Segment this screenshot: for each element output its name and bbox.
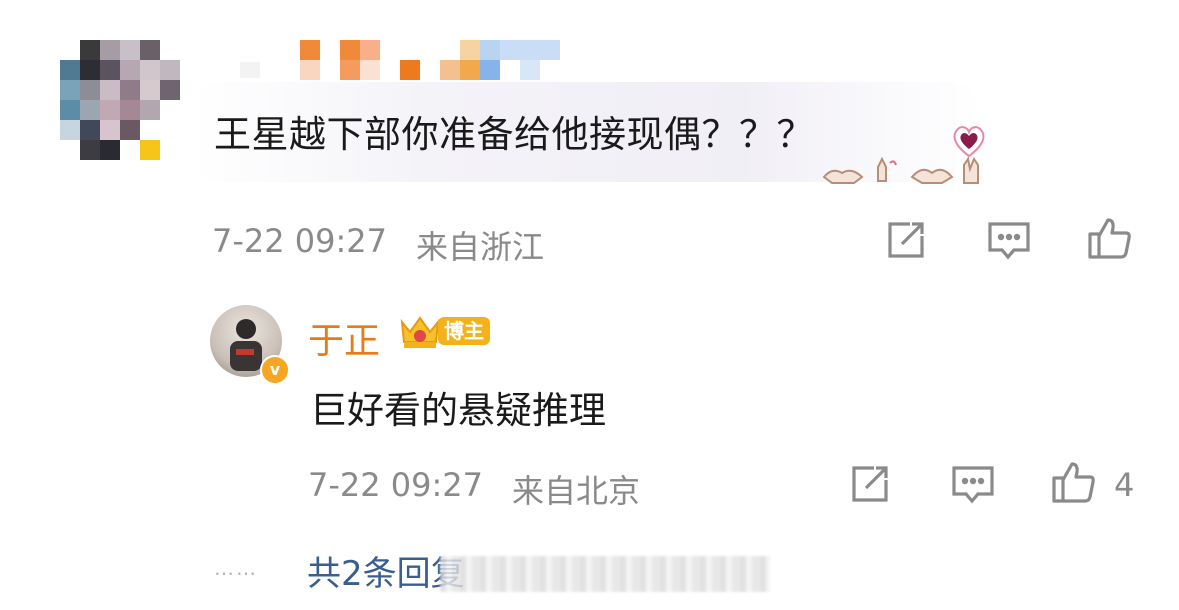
comment-location: 来自浙江 <box>416 228 545 266</box>
reply-like-count: 4 <box>1114 466 1135 504</box>
comment-text: 王星越下部你准备给他接现偶？？？ <box>214 113 814 156</box>
reply-timestamp: 7-22 09:27 <box>308 466 484 504</box>
commenter-avatar-pixelated[interactable] <box>60 40 180 160</box>
reply-share-icon[interactable] <box>848 462 892 506</box>
crown-icon <box>400 316 440 348</box>
comment-icon[interactable] <box>986 218 1032 262</box>
hand-gesture-stickers-icon <box>820 155 990 191</box>
reply-location: 来自北京 <box>512 472 641 510</box>
share-icon[interactable] <box>884 218 928 262</box>
reply-comment-icon[interactable] <box>950 462 996 506</box>
replies-dots: …… <box>214 556 258 580</box>
reply-thumbs-up-icon[interactable] <box>1050 458 1098 506</box>
commenter-name-blurred[interactable] <box>240 38 580 88</box>
footer-watermark-blurred <box>440 556 770 592</box>
blogger-badge-label: 博主 <box>438 317 490 345</box>
thumbs-up-icon[interactable] <box>1086 214 1134 262</box>
reply-text: 巨好看的悬疑推理 <box>310 389 606 432</box>
verified-badge-icon: v <box>260 355 290 385</box>
blogger-badge: 博主 <box>398 312 494 352</box>
comment-timestamp: 7-22 09:27 <box>212 222 388 260</box>
reply-author-name[interactable]: 于正 <box>308 312 380 364</box>
